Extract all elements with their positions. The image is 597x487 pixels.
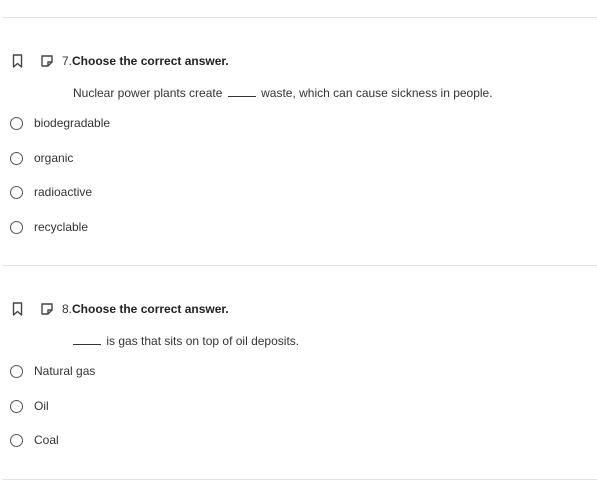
answer-option[interactable]: radioactive: [10, 183, 92, 201]
radio-button[interactable]: [10, 151, 23, 165]
divider: [3, 265, 597, 266]
question-text: is gas that sits on top of oil deposits.: [73, 334, 299, 348]
radio-button[interactable]: [10, 220, 23, 234]
question-text-before: Nuclear power plants create: [73, 86, 223, 100]
radio-button[interactable]: [10, 116, 23, 130]
question-text-after: waste, which can cause sickness in peopl…: [261, 86, 493, 100]
answer-option[interactable]: recyclable: [10, 218, 88, 236]
question-number: 7.: [62, 54, 73, 68]
answer-option[interactable]: organic: [10, 149, 73, 167]
bookmark-icon[interactable]: [10, 302, 24, 316]
question-text-after: is gas that sits on top of oil deposits.: [106, 334, 300, 348]
option-label: biodegradable: [34, 116, 111, 130]
divider: [3, 17, 597, 18]
radio-button[interactable]: [10, 364, 23, 378]
radio-button[interactable]: [10, 185, 23, 199]
question-header: 7. Choose the correct answer.: [10, 53, 229, 69]
answer-option[interactable]: biodegradable: [10, 114, 110, 132]
option-label: radioactive: [34, 185, 93, 199]
bookmark-icon[interactable]: [10, 54, 24, 68]
question-title: Choose the correct answer.: [72, 54, 229, 68]
answer-option[interactable]: Coal: [10, 431, 59, 449]
radio-button[interactable]: [10, 433, 23, 447]
question-title: Choose the correct answer.: [72, 302, 229, 316]
option-label: organic: [34, 151, 74, 165]
note-icon[interactable]: [40, 54, 54, 68]
answer-option[interactable]: Oil: [10, 397, 49, 415]
divider: [3, 479, 597, 480]
radio-button[interactable]: [10, 399, 23, 413]
question-number: 8.: [62, 302, 73, 316]
option-label: recyclable: [34, 220, 89, 234]
note-icon[interactable]: [40, 302, 54, 316]
question-header: 8. Choose the correct answer.: [10, 301, 229, 317]
option-label: Coal: [34, 433, 59, 447]
answer-blank: [227, 86, 256, 97]
question-text: Nuclear power plants create waste, which…: [73, 86, 493, 100]
answer-option[interactable]: Natural gas: [10, 362, 95, 380]
option-label: Natural gas: [34, 364, 96, 378]
option-label: Oil: [34, 399, 49, 413]
answer-blank: [73, 334, 101, 345]
quiz-page: 7. Choose the correct answer. Nuclear po…: [0, 0, 597, 487]
